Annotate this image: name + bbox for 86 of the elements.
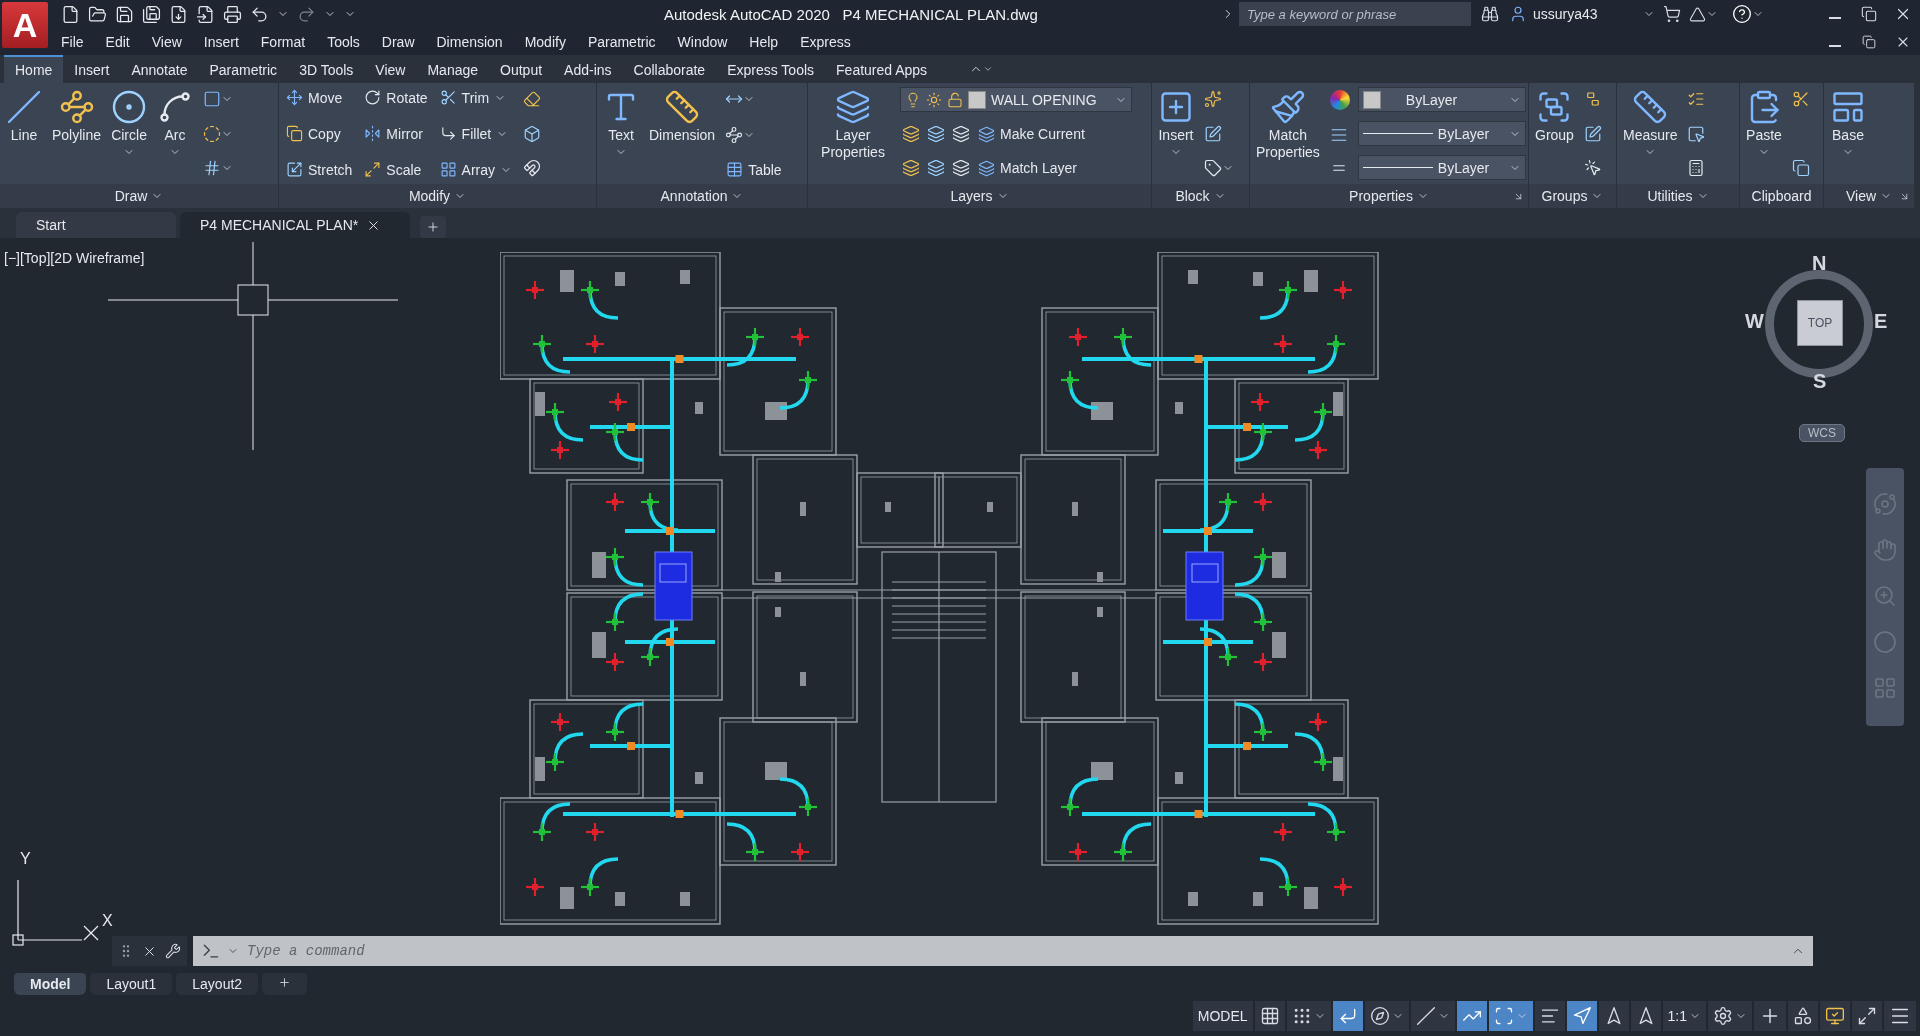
layout-tab[interactable]: Layout1: [90, 973, 173, 995]
ribbon-tab[interactable]: Output: [489, 55, 554, 83]
ribbon-tool-button[interactable]: Base: [1828, 87, 1868, 160]
ribbon-tool-button[interactable]: Trim: [436, 87, 510, 108]
menu-item[interactable]: Window: [666, 33, 739, 50]
ribbon-tool-button[interactable]: Polyline: [50, 87, 104, 146]
ribbon-tab[interactable]: Home: [4, 55, 64, 83]
ribbon-tool-button[interactable]: Dimension: [647, 87, 718, 146]
panel-title[interactable]: View: [1845, 188, 1877, 204]
ribbon-tab[interactable]: 3D Tools: [288, 55, 365, 83]
file-tab[interactable]: Start: [16, 212, 176, 238]
panel-title[interactable]: Clipboard: [1751, 188, 1812, 204]
compass-label[interactable]: E: [1874, 310, 1888, 333]
panel-title[interactable]: Groups: [1541, 188, 1588, 204]
annotation-scale-button[interactable]: 1:1: [1662, 1001, 1706, 1031]
menu-item[interactable]: Tools: [316, 33, 371, 50]
menu-item[interactable]: Edit: [94, 33, 141, 50]
file-tab[interactable]: P4 MECHANICAL PLAN*: [180, 212, 410, 238]
menu-item[interactable]: Draw: [370, 33, 426, 50]
window-title: Autodesk AutoCAD 2020 P4 MECHANICAL PLAN.dwg: [664, 5, 1038, 23]
command-input[interactable]: Type a command: [245, 942, 1785, 960]
panel-title[interactable]: Layers: [950, 188, 993, 204]
menu-item[interactable]: File: [50, 33, 95, 50]
ribbon-tool-button[interactable]: Match Layer: [975, 157, 1081, 179]
layout-tab[interactable]: Model: [14, 973, 87, 995]
ribbon-tab[interactable]: Featured Apps: [825, 55, 939, 83]
ribbon-tool-button[interactable]: Make Current: [975, 123, 1088, 145]
ribbon-tool-button[interactable]: Paste: [1744, 87, 1784, 160]
ribbon-tool-button[interactable]: Insert: [1156, 87, 1196, 160]
ribbon-tab[interactable]: Annotate: [120, 55, 199, 83]
compass-label[interactable]: W: [1745, 310, 1764, 333]
ribbon-tool-button[interactable]: Group: [1533, 87, 1576, 146]
color-dropdown[interactable]: ByLayer: [1357, 87, 1526, 112]
menu-item[interactable]: Dimension: [425, 33, 514, 50]
compass-label[interactable]: S: [1813, 370, 1827, 393]
ribbon-tool-button[interactable]: Measure: [1621, 87, 1680, 160]
menu-item[interactable]: Modify: [513, 33, 577, 50]
layout-tab[interactable]: Layout2: [176, 973, 259, 995]
ribbon-tool-button[interactable]: Array: [436, 159, 516, 180]
ucs-menu-button[interactable]: WCS: [1799, 424, 1845, 442]
compass-label[interactable]: N: [1812, 252, 1827, 275]
ribbon-tab[interactable]: View: [364, 55, 417, 83]
ribbon-tab[interactable]: Manage: [416, 55, 490, 83]
menu-item[interactable]: Express: [789, 33, 862, 50]
ribbon-tool-button[interactable]: Circle: [109, 87, 150, 160]
ribbon-tool-button[interactable]: Text: [601, 87, 641, 160]
ribbon-tool-button[interactable]: Arc: [155, 87, 196, 160]
line-dropdown[interactable]: ByLayer: [1357, 121, 1526, 146]
ribbon-tab[interactable]: Add-ins: [553, 55, 623, 83]
search-field[interactable]: Type a keyword or phrase: [1239, 2, 1471, 26]
menu-item[interactable]: Format: [249, 33, 317, 50]
ribbon-tool-button[interactable]: Move: [283, 87, 346, 108]
menu-item[interactable]: Parametric: [576, 33, 667, 50]
panel-title[interactable]: Utilities: [1647, 188, 1693, 204]
ribbon-tool-button[interactable]: Fillet: [436, 123, 512, 144]
search-input[interactable]: Type a keyword or phrase: [1245, 5, 1439, 23]
panel-title[interactable]: Block: [1175, 188, 1210, 204]
panel-title[interactable]: Annotation: [660, 188, 728, 204]
viewcube-face[interactable]: TOP: [1797, 300, 1843, 346]
ribbon-tool-button[interactable]: Copy: [283, 123, 344, 144]
panel-title[interactable]: Modify: [408, 188, 451, 204]
axis-label: X: [102, 912, 113, 930]
panel-title[interactable]: Draw: [114, 188, 148, 204]
ribbon-tab[interactable]: Parametric: [198, 55, 289, 83]
viewport-label[interactable]: [−][Top][2D Wireframe]: [4, 250, 145, 266]
ribbon-tool-button[interactable]: Layer Properties: [812, 87, 894, 163]
app-logo[interactable]: A: [2, 2, 48, 48]
ribbon-tab[interactable]: Insert: [63, 55, 121, 83]
menu-item[interactable]: Help: [738, 33, 790, 50]
model-space-button[interactable]: MODEL: [1192, 1001, 1253, 1031]
axis-label: Y: [20, 850, 31, 868]
ribbon-tool-button[interactable]: Table: [723, 159, 785, 180]
ribbon-tool-button[interactable]: Stretch: [283, 159, 356, 180]
ribbon-tab[interactable]: Collaborate: [622, 55, 717, 83]
layer-dropdown[interactable]: WALL OPENING: [900, 87, 1132, 112]
ribbon-tool-button[interactable]: Match Properties: [1254, 87, 1322, 163]
line-dropdown[interactable]: ByLayer: [1357, 155, 1526, 180]
ribbon-tool-button[interactable]: Rotate: [361, 87, 431, 108]
menu-item[interactable]: View: [140, 33, 193, 50]
ribbon-tool-button[interactable]: Line: [4, 87, 44, 146]
ribbon-tab[interactable]: Express Tools: [716, 55, 826, 83]
panel-title[interactable]: Properties: [1349, 188, 1413, 204]
ribbon-tool-button[interactable]: Mirror: [361, 123, 426, 144]
ribbon-tool-button[interactable]: Scale: [361, 159, 425, 180]
user-name[interactable]: ussurya43: [1533, 6, 1643, 22]
menu-item[interactable]: Insert: [192, 33, 250, 50]
